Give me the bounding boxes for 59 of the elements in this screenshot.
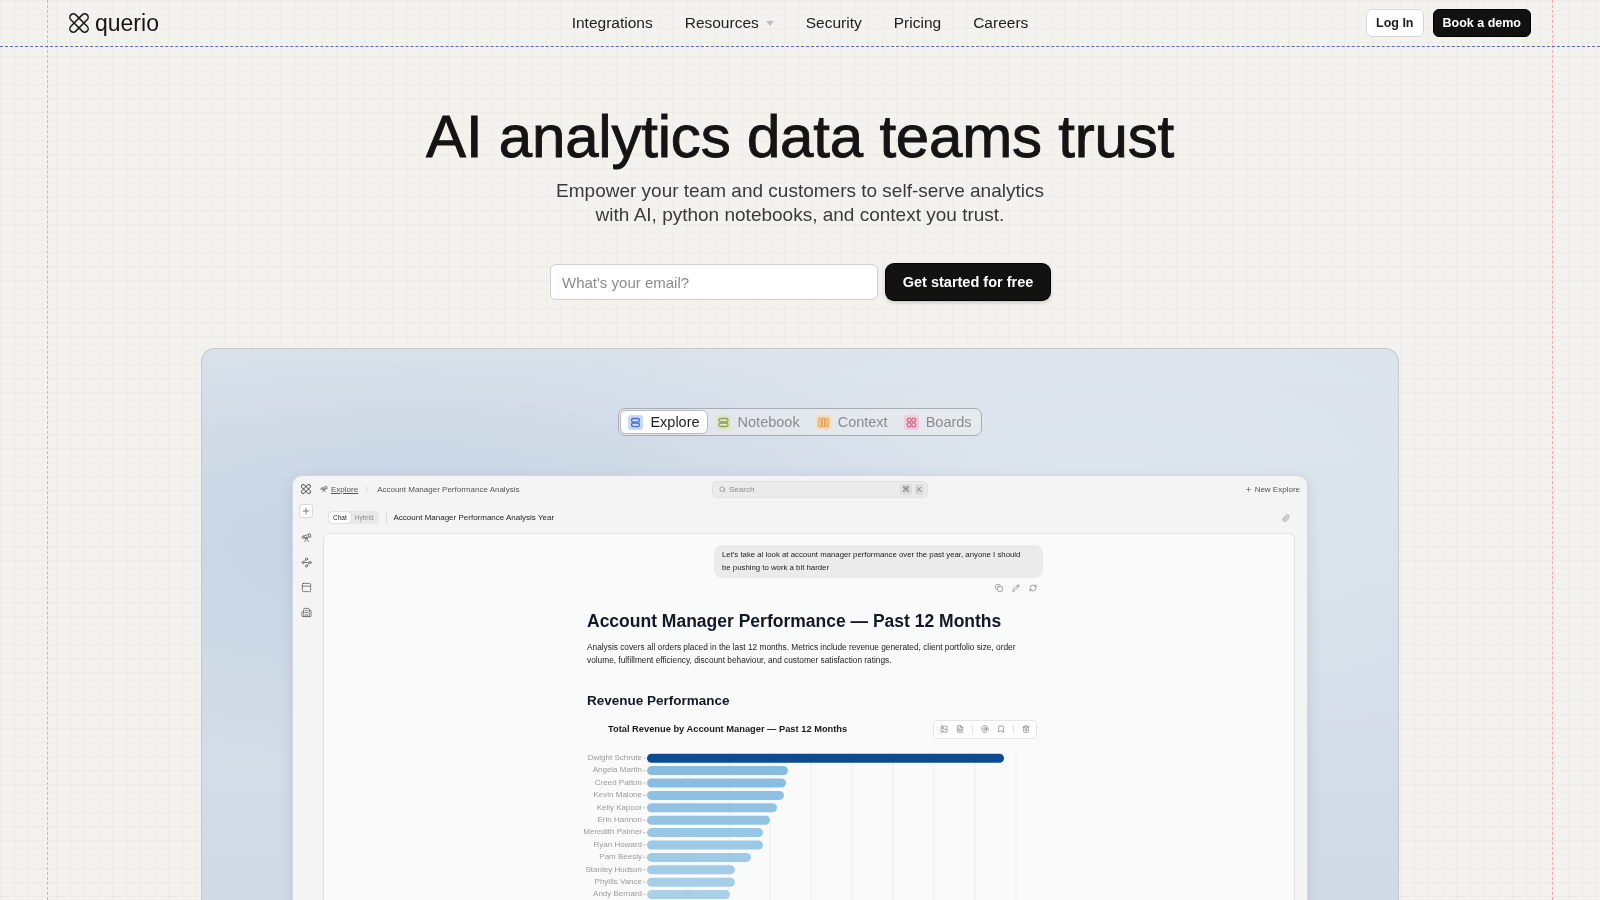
thread-title: Account Manager Performance Analysis Year bbox=[393, 513, 556, 522]
email-field[interactable]: What's your email? bbox=[550, 264, 878, 300]
get-started-button[interactable]: Get started for free bbox=[886, 264, 1050, 300]
panel-icon[interactable] bbox=[300, 582, 312, 593]
axis-label: Meredith Palmer bbox=[583, 826, 643, 839]
report-title: Account Manager Performance — Past 12 Months bbox=[587, 610, 1003, 632]
nav-link[interactable]: Integrations bbox=[571, 14, 653, 32]
axis-label: Pam Beesly bbox=[599, 851, 643, 864]
nav-link[interactable]: Security bbox=[805, 14, 862, 32]
brand-link[interactable]: querio bbox=[69, 9, 159, 37]
axis-label: Erin Hannon bbox=[597, 813, 643, 826]
axis-label: Stanley Hudson bbox=[585, 863, 643, 876]
product-tab[interactable]: Explore bbox=[620, 410, 708, 434]
columns-icon bbox=[815, 414, 831, 430]
nav-link[interactable]: Pricing bbox=[893, 14, 942, 32]
new-button[interactable] bbox=[299, 504, 313, 518]
login-button[interactable]: Log In bbox=[1366, 9, 1424, 37]
breadcrumb-current: Account Manager Performance Analysis bbox=[377, 484, 520, 494]
buildings-icon[interactable] bbox=[300, 607, 312, 618]
chevron-right-icon bbox=[364, 485, 372, 493]
logo-icon bbox=[301, 484, 311, 494]
chart-title: Total Revenue by Account Manager — Past 12 Months bbox=[608, 724, 848, 734]
search-icon bbox=[719, 485, 726, 493]
stacked-pills-icon bbox=[628, 414, 644, 430]
four-circles-icon bbox=[903, 414, 919, 430]
axis-label: Kelly Kapoor bbox=[596, 801, 643, 814]
search-input[interactable]: Search bbox=[729, 482, 897, 496]
trash-icon[interactable] bbox=[1022, 725, 1030, 733]
file-icon[interactable] bbox=[956, 725, 964, 733]
at-sign-icon[interactable] bbox=[981, 725, 989, 733]
refresh-icon[interactable] bbox=[1029, 584, 1037, 592]
axis-label: Angela Martin bbox=[592, 764, 643, 777]
breadcrumb-link[interactable]: Explore bbox=[320, 484, 359, 494]
telescope-icon bbox=[320, 485, 328, 493]
bookmark-icon[interactable] bbox=[997, 725, 1005, 733]
book-demo-button[interactable]: Book a demo bbox=[1432, 9, 1531, 37]
axis-label: Dwight Schrute bbox=[587, 752, 643, 764]
nav-link[interactable]: Careers bbox=[973, 14, 1029, 32]
pencil-icon[interactable] bbox=[1012, 584, 1020, 592]
nav-link[interactable]: Resources bbox=[684, 14, 774, 32]
report-summary: Analysis covers all orders placed in the last 12 months. Metrics include revenue generated, client portfolio size, order volume, fulfillment efficiency, discount behaviour, and customer satisfaction ratings. bbox=[587, 641, 1017, 667]
axis-label: Ryan Howard bbox=[593, 838, 643, 851]
new-explore-button[interactable]: New Explore bbox=[1244, 484, 1300, 494]
paperclip-icon[interactable] bbox=[1282, 513, 1290, 522]
section-title: Revenue Performance bbox=[587, 693, 731, 709]
hero-subtitle: Empower your team and customers to self-serve analytics with AI, python notebooks, and context you trust. bbox=[555, 179, 1045, 227]
waypoints-icon[interactable] bbox=[300, 557, 312, 568]
telescope-icon[interactable] bbox=[300, 532, 312, 543]
axis-label: Phyllis Vance bbox=[594, 875, 643, 888]
image-icon[interactable] bbox=[940, 725, 948, 733]
copy-icon[interactable] bbox=[995, 584, 1003, 592]
plus-icon bbox=[1244, 485, 1252, 493]
logo-icon bbox=[69, 13, 89, 33]
hero-title: AI analytics data teams trust bbox=[426, 104, 1174, 170]
axis-label: Andy Bernard bbox=[593, 888, 643, 900]
axis-label: Creed Patton bbox=[594, 776, 643, 789]
stacked-bars-icon bbox=[715, 414, 731, 430]
axis-label: Kevin Malone bbox=[593, 789, 643, 802]
plus-icon bbox=[301, 506, 311, 516]
